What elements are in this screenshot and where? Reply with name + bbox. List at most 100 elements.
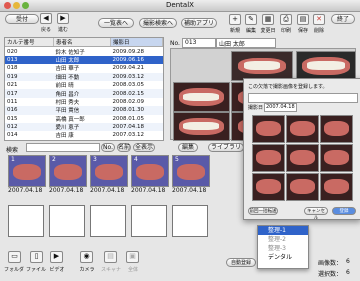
- forward-label: 進む: [57, 27, 68, 33]
- table-cell-name: 畑田 不動: [53, 72, 111, 81]
- empty-slot[interactable]: [172, 205, 208, 237]
- thumbnail-index: 4: [134, 156, 138, 163]
- forward-icon[interactable]: ▶: [57, 13, 69, 24]
- col-header-chart-no[interactable]: カルテ番号: [5, 38, 54, 48]
- table-cell-name: 平田 貴信: [53, 106, 111, 115]
- whole-icon[interactable]: ▣: [126, 251, 139, 263]
- table-cell-name: 鈴木 佐知子: [55, 49, 85, 56]
- dialog-photo[interactable]: [320, 173, 353, 201]
- list-menu-button[interactable]: 一覧表へ: [98, 18, 134, 28]
- empty-slot[interactable]: [8, 205, 44, 237]
- table-cell-date: 2009.04.21: [112, 65, 145, 72]
- table-row[interactable]: 017 角田 昌介 2008.02.15: [5, 89, 163, 98]
- empty-slot[interactable]: [90, 205, 126, 237]
- dialog-photo[interactable]: [286, 144, 319, 172]
- dialog-instruction: この欠落で撮影画像を登録します。: [248, 84, 328, 90]
- table-cell-id: 015: [7, 115, 18, 122]
- selected-count-label: 選択数：: [318, 271, 343, 278]
- delete-label: 削除: [313, 28, 324, 34]
- table-row[interactable]: 016 平田 貴信 2008.01.30: [5, 106, 163, 115]
- col-header-patient-name[interactable]: 患者名: [53, 38, 111, 48]
- table-cell-name: 吉田 華子: [55, 66, 80, 73]
- receive-button[interactable]: 受付: [5, 14, 39, 24]
- popup-menu-item[interactable]: 整理-1: [258, 226, 308, 235]
- file-icon[interactable]: ▯: [30, 251, 43, 263]
- table-cell-id: 018: [7, 65, 18, 72]
- search-no-button[interactable]: No.: [101, 143, 115, 152]
- col-header-date[interactable]: 撮影日: [110, 38, 163, 48]
- search-name-button[interactable]: 名前: [117, 143, 131, 152]
- intraoral-photo-5[interactable]: [173, 112, 230, 141]
- table-row[interactable]: 018 吉田 華子 2009.04.21: [5, 64, 163, 72]
- table-cell-name: 愛川 恵子: [53, 122, 111, 132]
- folder-icon[interactable]: ▭: [8, 251, 21, 263]
- intraoral-photo-3[interactable]: [173, 82, 230, 112]
- table-row[interactable]: 020 鈴木 佐知子 2009.09.28: [5, 47, 163, 56]
- register-dialog: この欠落で撮影画像を登録します。 撮影日 2007.04.18 前回一括転送 キ…: [243, 78, 360, 221]
- thumbnail[interactable]: 3: [90, 155, 128, 187]
- camera-icon[interactable]: ◉: [80, 251, 93, 263]
- findings-menu-button[interactable]: 撮影検索へ: [139, 18, 177, 28]
- thumbnail[interactable]: 5: [172, 155, 210, 187]
- thumbnail-index: 1: [11, 156, 15, 163]
- dialog-tab-strip: [248, 93, 358, 103]
- popup-menu-item[interactable]: デンタル: [258, 253, 308, 262]
- table-cell-date: 2007.04.18: [110, 122, 163, 132]
- table-row[interactable]: 015 高橋 真一郎 2008.01.05: [5, 115, 163, 123]
- folder-label: フォルダ: [3, 267, 24, 273]
- empty-slot[interactable]: [131, 205, 167, 237]
- thumbnail-date: 2007.04.18: [172, 187, 207, 194]
- patient-no-field: 013: [182, 38, 216, 48]
- image-count-label: 画像数：: [318, 260, 343, 267]
- dialog-close-button[interactable]: 前回一括転送: [248, 207, 278, 215]
- dialog-date-field[interactable]: 2007.04.18: [264, 103, 297, 112]
- new-icon[interactable]: +: [229, 14, 241, 25]
- dialog-photo[interactable]: [252, 115, 285, 143]
- dialog-cancel-button[interactable]: キャンセル: [304, 207, 328, 221]
- delete-icon[interactable]: ✕: [313, 14, 325, 25]
- video-label: ビデオ: [49, 267, 65, 273]
- library-button[interactable]: ライブラリ: [208, 143, 244, 152]
- popup-menu-item[interactable]: 整理-3: [258, 244, 308, 253]
- dialog-ok-button[interactable]: 登録: [332, 207, 356, 215]
- table-cell-id: 021: [7, 82, 18, 89]
- table-row[interactable]: 011 村田 秀夫 2008.02.09: [5, 98, 163, 106]
- table-row[interactable]: 014 吉田 康 2007.03.12: [5, 131, 163, 139]
- dialog-photo[interactable]: [286, 115, 319, 143]
- thumbnail[interactable]: 1: [8, 155, 46, 187]
- dialog-photo[interactable]: [320, 115, 353, 143]
- dialog-photo[interactable]: [252, 173, 285, 201]
- dialog-photo[interactable]: [252, 144, 285, 172]
- table-row[interactable]: 013 山田 太郎 2009.06.16: [5, 55, 163, 65]
- video-icon[interactable]: ▶: [50, 251, 63, 263]
- thumbnail[interactable]: 4: [131, 155, 169, 187]
- table-cell-id: 017: [5, 89, 54, 98]
- viewer-edit-button[interactable]: 編集: [178, 143, 198, 152]
- edit-icon[interactable]: ✎: [245, 14, 257, 25]
- dialog-photo[interactable]: [320, 144, 353, 172]
- change-date-icon[interactable]: ▦: [262, 14, 274, 25]
- table-row[interactable]: 021 前田 晴 2008.03.05: [5, 81, 163, 89]
- print-icon[interactable]: ⎙: [280, 14, 292, 25]
- search-input[interactable]: [26, 143, 100, 152]
- table-row[interactable]: 012 愛川 恵子 2007.04.18: [5, 122, 163, 132]
- thumbnail-date: 2007.04.18: [49, 187, 84, 194]
- auto-register-button[interactable]: 自動登録: [226, 258, 256, 267]
- table-cell-date: 2008.02.15: [110, 89, 163, 98]
- end-button[interactable]: 終了: [331, 14, 355, 24]
- dialog-photo[interactable]: [286, 173, 319, 201]
- table-row[interactable]: 019 畑田 不動 2009.03.12: [5, 72, 163, 81]
- save-icon[interactable]: ▤: [297, 14, 309, 25]
- search-label: 検索: [6, 147, 19, 154]
- popup-menu-item[interactable]: 整理-2: [258, 235, 308, 244]
- dialog-photo-grid: [252, 115, 353, 201]
- thumbnail[interactable]: 2: [49, 155, 87, 187]
- empty-slot[interactable]: [49, 205, 85, 237]
- table-cell-id: 016: [5, 106, 54, 115]
- back-icon[interactable]: ◀: [40, 13, 52, 24]
- auxiliary-app-button[interactable]: 補助アプリ: [181, 18, 217, 28]
- intraoral-photo-2[interactable]: [296, 51, 356, 81]
- intraoral-photo-1[interactable]: [231, 51, 293, 81]
- scanner-icon[interactable]: ▤: [104, 251, 117, 263]
- show-all-button[interactable]: 全表示: [133, 143, 155, 152]
